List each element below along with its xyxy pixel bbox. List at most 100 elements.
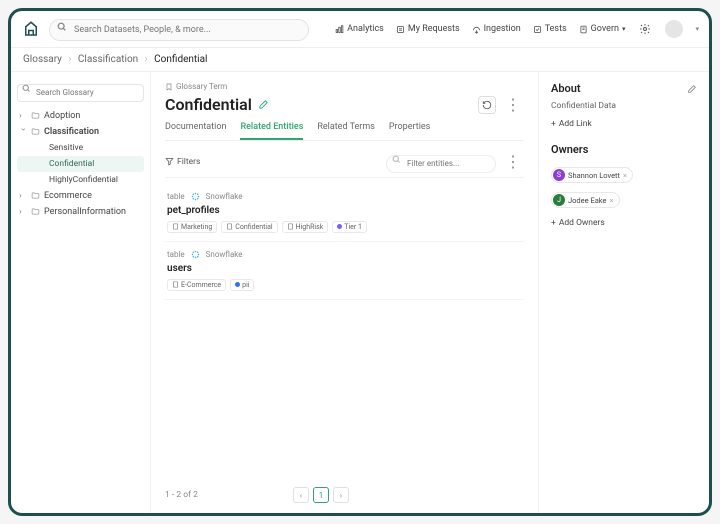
nav-govern[interactable]: Govern▾ — [579, 24, 626, 34]
entity-tag[interactable]: HighRisk — [282, 221, 329, 233]
app-window: Analytics My Requests Ingestion Tests Go… — [8, 8, 712, 516]
breadcrumb-sep: › — [68, 54, 71, 65]
entity-tag[interactable]: E-Commerce — [167, 279, 226, 291]
tag-label: Tier 1 — [344, 223, 362, 231]
nav-ingestion-label: Ingestion — [484, 24, 521, 34]
edit-about-icon[interactable] — [687, 84, 697, 94]
breadcrumb-item[interactable]: Glossary — [23, 54, 62, 65]
dot-icon — [235, 282, 240, 287]
top-bar: Analytics My Requests Ingestion Tests Go… — [11, 11, 709, 48]
folder-icon — [31, 191, 40, 200]
entity-tag[interactable]: Confidential — [221, 221, 277, 233]
entity-platform: Snowflake — [206, 250, 243, 259]
refresh-button[interactable] — [478, 96, 496, 114]
more-actions-icon[interactable]: ⋮ — [502, 95, 524, 114]
chevron-right-icon: › — [19, 191, 27, 201]
tag-label: pii — [242, 281, 249, 289]
tree-label: Classification — [44, 127, 99, 137]
global-search-input[interactable] — [49, 19, 309, 41]
snowflake-icon — [191, 192, 200, 201]
filter-more-icon[interactable]: ⋮ — [502, 152, 524, 171]
add-link-label: Add Link — [559, 119, 592, 129]
remove-owner-icon[interactable]: × — [623, 171, 627, 180]
tab-documentation[interactable]: Documentation — [165, 122, 226, 140]
owner-pill[interactable]: J Jodee Eake × — [551, 192, 620, 208]
title-actions: ⋮ — [478, 95, 524, 114]
tab-properties[interactable]: Properties — [389, 122, 430, 140]
dot-icon — [337, 224, 342, 229]
doc-icon — [172, 223, 179, 230]
entity-type-label: Glossary Term — [165, 82, 524, 91]
tree-label: Adoption — [44, 111, 80, 121]
owners-list: S Shannon Lovett × J Jodee Eake × — [551, 162, 697, 212]
filters-button[interactable]: Filters — [165, 157, 200, 167]
nav-analytics[interactable]: Analytics — [335, 24, 384, 34]
pagination-info: 1 - 2 of 2 — [165, 490, 198, 500]
entity-tag[interactable]: Tier 1 — [332, 221, 367, 233]
settings-gear-icon[interactable] — [637, 21, 653, 37]
tree-item-personal-info[interactable]: ›PersonalInformation — [17, 204, 144, 220]
tree-item-adoption[interactable]: › Adoption — [17, 108, 144, 124]
entity-card[interactable]: table Snowflake pet_profiles MarketingCo… — [165, 184, 524, 242]
breadcrumb-item[interactable]: Classification — [78, 54, 138, 65]
about-description: Confidential Data — [551, 101, 697, 111]
tag-label: Marketing — [181, 223, 212, 231]
chevron-down-icon: ▾ — [622, 25, 626, 33]
page-prev-button[interactable]: ‹ — [293, 487, 309, 503]
sidebar: ›Adoption ›Classification Sensitive Conf… — [11, 72, 151, 513]
entity-card[interactable]: table Snowflake users E-Commercepii — [165, 242, 524, 300]
app-logo[interactable] — [21, 19, 41, 39]
breadcrumb-sep: › — [145, 54, 148, 65]
add-owners-label: Add Owners — [559, 218, 605, 228]
about-heading: About — [551, 82, 581, 95]
filter-row: Filters ⋮ — [165, 147, 524, 178]
tree-item-ecommerce[interactable]: ›Ecommerce — [17, 188, 144, 204]
tree-item-sensitive[interactable]: Sensitive — [17, 140, 144, 156]
tree-label: HighlyConfidential — [49, 175, 118, 185]
chevron-right-icon: › — [19, 111, 27, 121]
search-icon — [392, 155, 401, 164]
remove-owner-icon[interactable]: × — [610, 196, 614, 205]
nav-ingestion[interactable]: Ingestion — [472, 24, 521, 34]
pagination: 1 - 2 of 2 ‹ 1 › — [165, 479, 524, 503]
page-number-button[interactable]: 1 — [313, 487, 329, 503]
bookmark-icon — [165, 83, 173, 91]
owner-avatar: J — [553, 194, 565, 206]
filters-label: Filters — [177, 157, 200, 167]
tag-label: Confidential — [235, 223, 272, 231]
tab-related-entities[interactable]: Related Entities — [240, 122, 303, 140]
edit-title-icon[interactable] — [258, 99, 269, 110]
tree-item-confidential[interactable]: Confidential — [17, 156, 144, 172]
folder-icon — [31, 111, 40, 120]
owner-pill[interactable]: S Shannon Lovett × — [551, 167, 633, 183]
entity-meta: table Snowflake — [167, 250, 522, 259]
entity-type: table — [167, 192, 185, 201]
title-row: Confidential ⋮ — [165, 95, 524, 114]
add-owners-button[interactable]: + Add Owners — [551, 218, 697, 228]
tree-label: Sensitive — [49, 143, 83, 153]
tree-item-classification[interactable]: ›Classification — [17, 124, 144, 140]
sidebar-search-input[interactable] — [17, 84, 144, 102]
entity-platform: Snowflake — [206, 192, 243, 201]
tree-item-highly-confidential[interactable]: HighlyConfidential — [17, 172, 144, 188]
add-link-button[interactable]: + Add Link — [551, 119, 697, 129]
filter-entities-input[interactable] — [386, 155, 496, 173]
sidebar-search-wrap — [17, 80, 144, 108]
nav-tests[interactable]: Tests — [533, 24, 567, 34]
filter-icon — [165, 157, 174, 166]
entity-tags: Marketing Confidential HighRisk Tier 1 — [167, 221, 522, 233]
about-heading-row: About — [551, 82, 697, 95]
nav-my-requests-label: My Requests — [408, 24, 460, 34]
owner-avatar: S — [553, 169, 565, 181]
entity-tag[interactable]: pii — [230, 279, 254, 291]
entity-tag[interactable]: Marketing — [167, 221, 217, 233]
page-next-button[interactable]: › — [333, 487, 349, 503]
nav-my-requests[interactable]: My Requests — [396, 24, 460, 34]
tree-label: Confidential — [49, 159, 94, 169]
chevron-down-icon[interactable]: ▾ — [695, 25, 699, 33]
folder-icon — [31, 127, 40, 136]
user-avatar[interactable] — [665, 20, 683, 38]
tab-related-terms[interactable]: Related Terms — [317, 122, 375, 140]
owner-name: Shannon Lovett — [568, 171, 620, 180]
tabs: Documentation Related Entities Related T… — [165, 122, 524, 141]
